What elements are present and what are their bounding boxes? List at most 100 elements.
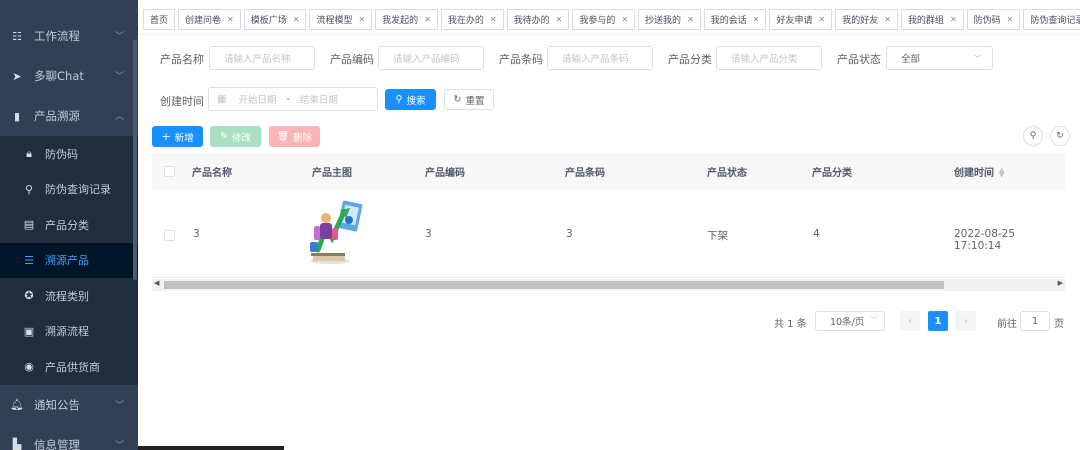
sidebar-item-label: 多聊Chat: [34, 69, 84, 83]
column-header-created[interactable]: 创建时间 ▲ ▼: [954, 164, 1004, 180]
tag-item[interactable]: 我的群组 ✕: [900, 8, 964, 30]
sidebar-scrollbar[interactable]: [133, 40, 137, 280]
table-horizontal-scrollbar[interactable]: ◀ ▶: [152, 279, 1065, 291]
prev-page-button[interactable]: ‹: [900, 311, 920, 331]
product-code-input[interactable]: 请输入产品编码: [378, 46, 484, 70]
column-header-status: 产品状态: [707, 168, 747, 179]
product-status-select[interactable]: 全部 ﹀: [886, 46, 993, 70]
close-icon[interactable]: ✕: [490, 15, 497, 24]
scroll-right-icon[interactable]: ▶: [1058, 279, 1063, 287]
product-barcode-input[interactable]: 请输入产品条码: [547, 46, 653, 70]
sidebar-item-notice[interactable]: 🔔︎ 通知公告 ﹀: [0, 385, 138, 425]
chevron-down-icon: ﹀: [114, 440, 124, 450]
sidebar-item-info[interactable]: ▙ 信息管理 ﹀: [0, 425, 138, 450]
tag-item[interactable]: 我待办的 ✕: [506, 8, 570, 30]
refresh-table-button[interactable]: ↻: [1050, 126, 1070, 146]
tag-item[interactable]: 好友申请 ✕: [769, 8, 833, 30]
close-icon[interactable]: ✕: [293, 15, 300, 24]
product-category-input[interactable]: 请输入产品分类: [716, 46, 822, 70]
sidebar-item-traceability[interactable]: ▮ 产品溯源 ︿: [0, 96, 138, 136]
tag-label: 我参与的: [579, 15, 616, 26]
close-icon[interactable]: ✕: [424, 15, 431, 24]
sidebar-subitem-query-records[interactable]: ⚲ 防伪查询记录: [0, 172, 138, 208]
tag-home[interactable]: 首页: [143, 8, 176, 30]
select-all-checkbox[interactable]: [164, 166, 175, 177]
next-page-button[interactable]: ›: [956, 311, 976, 331]
tag-item[interactable]: 创建问卷 ✕: [178, 8, 241, 30]
sidebar-subitem-trace-product[interactable]: ☰ 溯源产品: [0, 242, 138, 278]
cell-created: 2022-08-25 17:10:14: [954, 228, 1016, 252]
image-icon: ▣: [23, 324, 35, 338]
tag-label: 我的会话: [710, 15, 747, 26]
tag-label: 我的好友: [842, 15, 879, 26]
add-button[interactable]: + 新增: [152, 126, 203, 147]
tag-item[interactable]: 我的会话 ✕: [703, 8, 767, 30]
close-icon[interactable]: ✕: [358, 15, 365, 24]
sidebar-item-chat[interactable]: ➤ 多聊Chat ﹀: [0, 56, 138, 96]
tag-item[interactable]: 防伪查询记录✕: [1023, 8, 1080, 30]
tag-item[interactable]: 我参与的 ✕: [572, 8, 636, 30]
toggle-search-button[interactable]: ⚲: [1023, 126, 1043, 146]
product-name-input[interactable]: 请输入产品名称: [209, 46, 315, 70]
sidebar-subitem-process-category[interactable]: ✪ 流程类别: [0, 278, 138, 314]
reset-button[interactable]: ↻ 重置: [444, 89, 494, 110]
tag-label: 模板广场: [250, 15, 287, 26]
tag-item[interactable]: 我的好友 ✕: [835, 8, 898, 30]
sidebar-item-label: 工作流程: [34, 29, 80, 43]
page-number-label: 1: [934, 315, 942, 327]
scrollbar-thumb[interactable]: [164, 281, 944, 289]
close-icon[interactable]: ✕: [950, 15, 957, 24]
placeholder-text: 请输入产品名称: [224, 54, 291, 65]
delete-button[interactable]: 🗑︎ 删除: [269, 126, 320, 147]
close-icon[interactable]: ✕: [556, 15, 563, 24]
search-button-label: 搜索: [406, 95, 426, 107]
refresh-icon: ↻: [1056, 131, 1064, 141]
chevron-down-icon: ﹀: [114, 400, 124, 411]
close-icon[interactable]: ✕: [753, 15, 760, 24]
close-icon[interactable]: ✕: [884, 15, 891, 24]
placeholder-text: 请输入产品编码: [393, 54, 460, 65]
sidebar-submenu: 🔒︎ 防伪码 ⚲ 防伪查询记录 ▤ 产品分类 ☰ 溯源产品 ✪ 流程类别 ▣ 溯…: [0, 136, 138, 385]
sort-icon[interactable]: ▲ ▼: [999, 167, 1004, 179]
sidebar-subitem-supplier[interactable]: ◉ 产品供货商: [0, 349, 138, 385]
row-checkbox[interactable]: [164, 230, 175, 241]
date-range-picker[interactable]: ▦ 开始日期 - 结束日期: [208, 87, 378, 111]
column-header-category: 产品分类: [812, 168, 852, 179]
sidebar-item-workflow[interactable]: ☷ 工作流程 ﹀: [0, 16, 138, 56]
sidebar-item-label: 通知公告: [34, 397, 80, 412]
sidebar-subitem-security-code[interactable]: 🔒︎ 防伪码: [0, 136, 138, 172]
search-icon: ⚲: [395, 94, 403, 105]
product-category-label: 产品分类: [668, 53, 712, 66]
goto-page-input[interactable]: 1: [1020, 311, 1050, 331]
scroll-left-icon[interactable]: ◀: [154, 279, 159, 287]
tag-item[interactable]: 我发起的 ✕: [375, 8, 438, 30]
trash-icon: 🗑︎: [276, 131, 290, 142]
sidebar-subitem-trace-process[interactable]: ▣ 溯源流程: [0, 314, 138, 350]
tag-item[interactable]: 模板广场 ✕: [243, 8, 307, 30]
cell-category: 4: [813, 228, 820, 240]
close-icon[interactable]: ✕: [621, 15, 628, 24]
close-icon[interactable]: ✕: [1007, 15, 1014, 24]
close-icon[interactable]: ✕: [819, 15, 826, 24]
product-image[interactable]: [304, 198, 364, 266]
chevron-down-icon: ﹀: [972, 55, 982, 65]
circle-icon: ✪: [24, 289, 34, 303]
tags-view: 首页 创建问卷 ✕ 模板广场 ✕ 流程模型 ✕ 我发起的 ✕ 我在办的 ✕ 我待办的 ✕ 我…: [143, 6, 1080, 32]
tag-item[interactable]: 防伪码 ✕: [966, 8, 1021, 30]
product-status-label: 产品状态: [837, 53, 881, 66]
sidebar-subitem-product-category[interactable]: ▤ 产品分类: [0, 207, 138, 243]
workflow-icon: ☷: [12, 29, 22, 43]
page-size-value: 10条/页: [830, 317, 865, 328]
search-button[interactable]: ⚲ 搜索: [385, 89, 436, 110]
close-icon[interactable]: ✕: [227, 15, 234, 24]
close-icon[interactable]: ✕: [687, 15, 694, 24]
tag-item[interactable]: 抄送我的 ✕: [638, 8, 701, 30]
edit-button[interactable]: ✎ 修改: [210, 126, 261, 147]
tag-item[interactable]: 我在办的 ✕: [440, 8, 504, 30]
chevron-down-icon: ﹀: [114, 32, 124, 42]
placeholder-text: 请输入产品分类: [731, 54, 798, 65]
page-number-current[interactable]: 1: [928, 311, 948, 331]
page-size-select[interactable]: 10条/页 ﹀: [815, 311, 885, 331]
chevron-down-icon: ﹀: [870, 316, 878, 325]
tag-item[interactable]: 流程模型 ✕: [309, 8, 373, 30]
